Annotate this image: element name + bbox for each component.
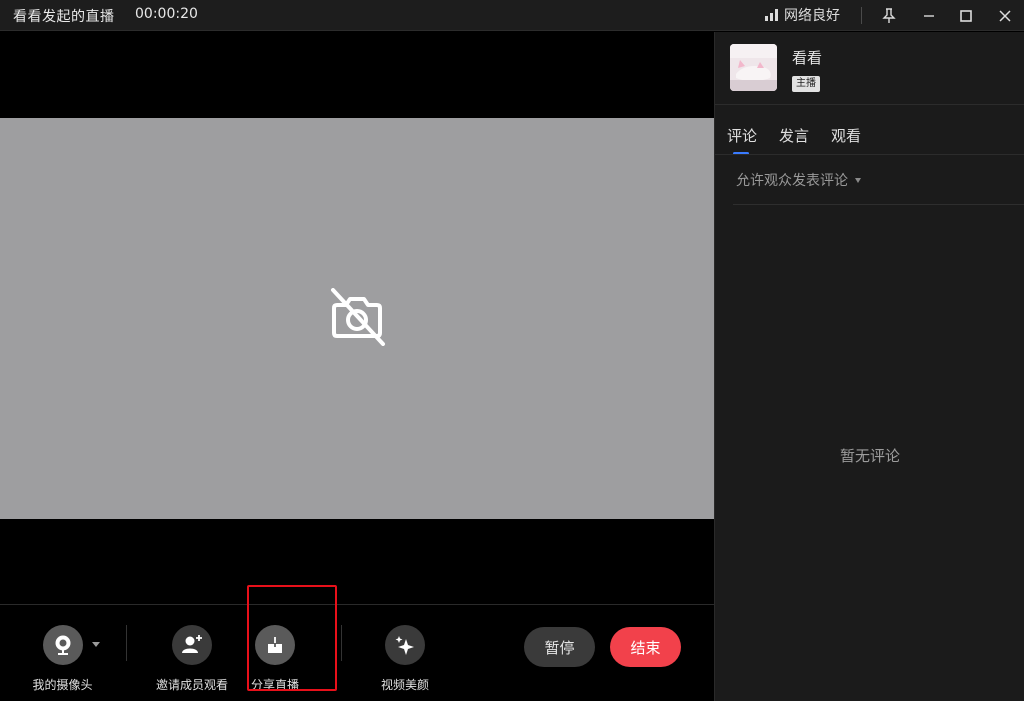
pin-icon	[882, 7, 896, 23]
toolbar-divider	[341, 625, 342, 661]
share-label: 分享直播	[250, 678, 299, 692]
camera-button[interactable]: 我的摄像头	[25, 605, 100, 693]
camera-dropdown-caret[interactable]	[92, 642, 100, 647]
divider	[715, 104, 1024, 105]
camera-label: 我的摄像头	[32, 678, 93, 692]
pin-button[interactable]	[870, 0, 908, 31]
tab-speaking[interactable]: 发言	[779, 125, 809, 146]
dropdown-arrow-icon	[855, 177, 861, 183]
camera-toggle[interactable]	[42, 625, 83, 665]
network-status-label: 网络良好	[784, 8, 840, 24]
minimize-button[interactable]	[910, 0, 948, 31]
add-user-icon	[182, 635, 202, 653]
live-toolbar: 我的摄像头 邀请成员观看 分享直播 视频美颜 暂停 结束	[0, 604, 714, 701]
close-button[interactable]	[986, 0, 1024, 31]
panel-tabs: 评论 发言 观看	[727, 125, 861, 155]
host-badge: 主播	[792, 76, 820, 92]
signal-icon	[765, 9, 778, 21]
share-icon	[268, 635, 282, 653]
video-stage	[0, 32, 714, 604]
webcam-icon	[55, 635, 70, 655]
titlebar-divider	[861, 7, 862, 24]
comment-permission-dropdown[interactable]: 允许观众发表评论	[736, 170, 861, 190]
camera-off-icon	[331, 288, 385, 346]
maximize-button[interactable]	[947, 0, 985, 31]
beauty-filter-button[interactable]: 视频美颜	[376, 605, 434, 693]
invite-toggle[interactable]	[172, 625, 212, 665]
end-live-button[interactable]: 结束	[610, 627, 681, 667]
title-bar: 看看发起的直播 00:00:20 网络良好	[0, 0, 1024, 31]
maximize-icon	[960, 9, 972, 22]
empty-comments-text: 暂无评论	[839, 447, 900, 465]
invite-label: 邀请成员观看	[155, 678, 228, 692]
divider	[733, 204, 1024, 205]
host-avatar-image	[730, 44, 777, 91]
tab-comments[interactable]: 评论	[727, 125, 757, 155]
share-live-button[interactable]: 分享直播	[246, 605, 304, 693]
video-preview	[0, 118, 714, 519]
network-status: 网络良好	[765, 5, 840, 25]
avatar[interactable]	[730, 44, 777, 91]
beauty-toggle[interactable]	[385, 625, 425, 665]
comment-permission-label: 允许观众发表评论	[736, 173, 848, 189]
beauty-label: 视频美颜	[380, 678, 429, 692]
minimize-icon	[924, 14, 934, 17]
toolbar-divider	[126, 625, 127, 661]
interaction-panel: 看看 主播 评论 发言 观看 允许观众发表评论 暂无评论	[714, 32, 1024, 701]
tab-viewers[interactable]: 观看	[831, 125, 861, 146]
window-title: 看看发起的直播	[13, 9, 115, 25]
host-name: 看看	[792, 49, 823, 67]
sparkle-icon	[395, 636, 414, 655]
share-toggle[interactable]	[255, 625, 295, 665]
invite-members-button[interactable]: 邀请成员观看	[150, 605, 234, 693]
pause-button[interactable]: 暂停	[524, 627, 595, 667]
close-icon	[999, 9, 1011, 22]
elapsed-timer: 00:00:20	[135, 6, 198, 22]
divider	[715, 154, 1024, 155]
